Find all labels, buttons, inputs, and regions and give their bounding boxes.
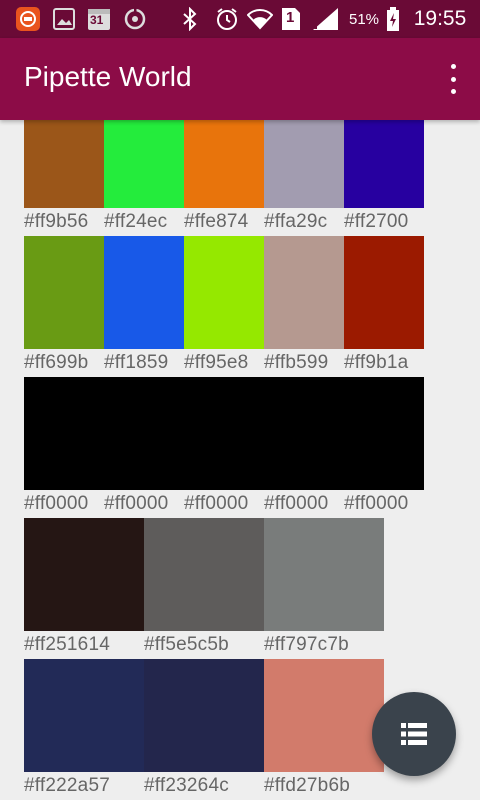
color-swatch[interactable] <box>264 120 344 208</box>
color-hex-label: #ff0000 <box>344 493 409 514</box>
app-title: Pipette World <box>24 61 192 92</box>
battery-icon <box>384 7 402 31</box>
color-swatch[interactable] <box>104 120 184 208</box>
image-icon <box>52 7 76 31</box>
color-swatch[interactable] <box>104 236 184 349</box>
color-swatch[interactable] <box>264 659 384 772</box>
color-swatch[interactable] <box>184 236 264 349</box>
signal-icon <box>310 7 340 31</box>
clock-time: 19:55 <box>413 7 467 30</box>
color-swatch[interactable] <box>344 236 424 349</box>
color-hex-label: #ffe874 <box>184 211 249 232</box>
color-swatch[interactable] <box>104 377 184 490</box>
color-hex-label: #ff0000 <box>184 493 249 514</box>
color-hex-label: #ff0000 <box>264 493 329 514</box>
color-swatch[interactable] <box>24 659 144 772</box>
color-hex-label: #ff5e5c5b <box>144 634 229 655</box>
color-swatch[interactable] <box>24 377 104 490</box>
color-hex-label: #ff9b1a <box>344 352 409 373</box>
color-swatch[interactable] <box>264 518 384 631</box>
sim-icon: 1 <box>280 7 302 31</box>
wifi-icon <box>246 7 274 31</box>
color-hex-label: #ff95e8 <box>184 352 249 373</box>
color-swatch[interactable] <box>24 120 104 208</box>
bluetooth-icon <box>180 7 200 31</box>
color-swatch[interactable] <box>264 236 344 349</box>
color-hex-label: #ff9b56 <box>24 211 89 232</box>
color-hex-label: #ffb599 <box>264 352 329 373</box>
sim-slot-number: 1 <box>286 9 295 26</box>
color-swatch[interactable] <box>264 377 344 490</box>
color-swatch[interactable] <box>24 236 104 349</box>
color-hex-label: #ff2700 <box>344 211 409 232</box>
color-hex-label: #ff699b <box>24 352 89 373</box>
battery-percent: 51% <box>348 10 380 28</box>
more-vert-icon[interactable] <box>446 64 460 94</box>
color-swatch[interactable] <box>24 518 144 631</box>
list-view-button[interactable] <box>372 692 456 776</box>
color-hex-label: #ff24ec <box>104 211 168 232</box>
sync-icon <box>122 7 148 31</box>
color-swatch[interactable] <box>184 120 264 208</box>
app-bar: Pipette World <box>0 38 480 120</box>
color-hex-label: #ffd27b6b <box>264 775 350 796</box>
color-hex-label: #ff23264c <box>144 775 229 796</box>
color-hex-label: #ff1859 <box>104 352 169 373</box>
color-swatch[interactable] <box>184 377 264 490</box>
list-view-icon <box>401 723 427 745</box>
color-hex-label: #ff0000 <box>104 493 169 514</box>
color-swatch[interactable] <box>144 518 264 631</box>
color-hex-label: #ff0000 <box>24 493 89 514</box>
app-notification-icon <box>14 7 42 31</box>
color-hex-label: #ff222a57 <box>24 775 110 796</box>
color-hex-label: #ffa29c <box>264 211 328 232</box>
alarm-icon <box>214 7 240 31</box>
color-swatch[interactable] <box>144 659 264 772</box>
color-hex-label: #ff251614 <box>24 634 110 655</box>
color-swatch[interactable] <box>344 120 424 208</box>
color-hex-label: #ff797c7b <box>264 634 349 655</box>
calendar-day: 31 <box>90 13 104 27</box>
color-swatch[interactable] <box>344 377 424 490</box>
calendar-icon: 31 <box>86 7 112 31</box>
status-bar: 31 1 51% 19:55 <box>0 0 480 38</box>
